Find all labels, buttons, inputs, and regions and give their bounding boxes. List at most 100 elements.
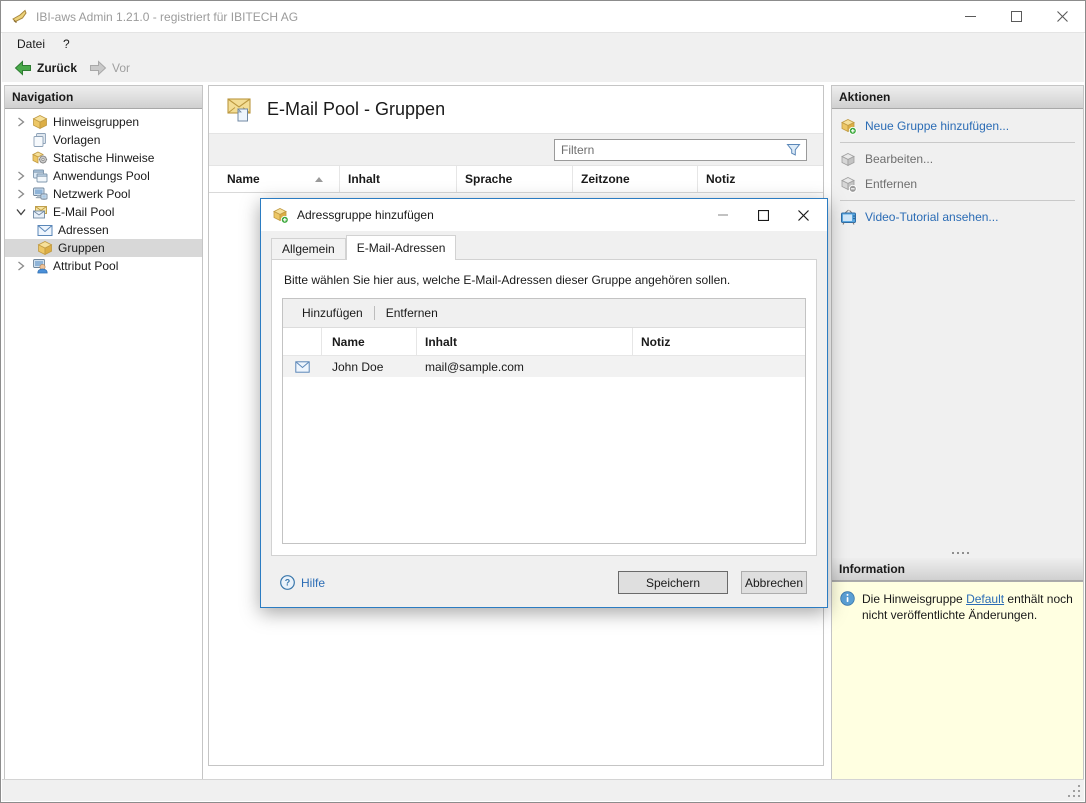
sidebar-item-label: Attribut Pool [53, 259, 118, 273]
chevron-right-icon[interactable] [13, 189, 29, 199]
column-header-notiz[interactable]: Notiz [633, 328, 805, 355]
sort-asc-icon [315, 177, 323, 182]
navigation-panel: Navigation Hinweisgruppen Vorlagen Stati… [4, 85, 203, 780]
save-button[interactable]: Speichern [618, 571, 728, 594]
sidebar-item-label: Netzwerk Pool [53, 187, 130, 201]
tab-email-adressen[interactable]: E-Mail-Adressen [346, 235, 457, 260]
chevron-right-icon[interactable] [13, 261, 29, 271]
status-bar [2, 779, 1084, 801]
sidebar-item-hinweisgruppen[interactable]: Hinweisgruppen [5, 113, 202, 131]
page-title: E-Mail Pool - Gruppen [267, 99, 445, 120]
column-header-inhalt[interactable]: Inhalt [417, 328, 633, 355]
toolbar-separator [374, 306, 375, 320]
chevron-right-icon[interactable] [13, 171, 29, 181]
add-address-button[interactable]: Hinzufügen [294, 306, 371, 320]
sidebar-item-email-pool[interactable]: E-Mail Pool [5, 203, 202, 221]
tab-allgemein[interactable]: Allgemein [271, 238, 346, 259]
attribute-pool-icon [32, 258, 48, 274]
svg-text:?: ? [285, 578, 291, 588]
action-label: Video-Tutorial ansehen... [865, 210, 998, 224]
back-button[interactable]: Zurück [8, 58, 83, 78]
column-header-notiz[interactable]: Notiz [698, 166, 823, 192]
envelope-icon [283, 361, 322, 373]
sidebar-item-label: Gruppen [58, 241, 105, 255]
sidebar-item-netzwerk-pool[interactable]: Netzwerk Pool [5, 185, 202, 203]
dialog-maximize-button[interactable] [747, 199, 779, 231]
package-add-icon [840, 118, 857, 135]
email-addresses-tab-panel: Bitte wählen Sie hier aus, welche E-Mail… [271, 259, 817, 556]
forward-label: Vor [112, 61, 130, 75]
column-header-name[interactable]: Name [322, 328, 417, 355]
tv-icon [840, 209, 857, 226]
application-pool-icon [32, 168, 48, 184]
chevron-down-icon[interactable] [13, 208, 29, 216]
action-remove[interactable]: Entfernen [840, 173, 1083, 195]
column-header-sprache[interactable]: Sprache [457, 166, 573, 192]
filter-box [554, 139, 807, 161]
filter-icon[interactable] [786, 143, 801, 157]
sidebar-item-adressen[interactable]: Adressen [5, 221, 202, 239]
forward-button[interactable]: Vor [83, 58, 136, 78]
action-label: Neue Gruppe hinzufügen... [865, 119, 1009, 133]
address-list-toolbar: Hinzufügen Entfernen [283, 299, 805, 328]
sidebar-item-attribut-pool[interactable]: Attribut Pool [5, 257, 202, 275]
column-header-zeitzone[interactable]: Zeitzone [573, 166, 698, 192]
dialog-buttons: Speichern Abbrechen [618, 571, 807, 594]
address-table-row[interactable]: John Doe mail@sample.com [283, 356, 805, 377]
sidebar-item-label: Vorlagen [53, 133, 100, 147]
action-video-tutorial[interactable]: Video-Tutorial ansehen... [840, 206, 1083, 228]
title-bar: IBI-aws Admin 1.21.0 - registriert für I… [1, 1, 1085, 33]
sidebar-item-label: Hinweisgruppen [53, 115, 139, 129]
right-panel: Aktionen Neue Gruppe hinzufügen... Bearb… [831, 85, 1084, 780]
column-header-name[interactable]: Name [209, 166, 340, 192]
menu-item-datei[interactable]: Datei [8, 33, 54, 54]
dialog-minimize-button[interactable] [707, 199, 739, 231]
sidebar-item-statische-hinweise[interactable]: Statische Hinweise [5, 149, 202, 167]
navigation-tree: Hinweisgruppen Vorlagen Statische Hinwei… [5, 109, 202, 275]
navigation-header: Navigation [5, 86, 202, 109]
sidebar-item-label: Adressen [58, 223, 109, 237]
chevron-right-icon[interactable] [13, 117, 29, 127]
filter-input[interactable] [555, 143, 786, 157]
templates-icon [32, 132, 48, 148]
minimize-button[interactable] [947, 1, 993, 32]
column-header-inhalt[interactable]: Inhalt [340, 166, 457, 192]
remove-address-button[interactable]: Entfernen [378, 306, 446, 320]
menu-item-help[interactable]: ? [54, 33, 79, 54]
address-name: John Doe [322, 360, 417, 374]
dialog-title-bar: Adressgruppe hinzufügen [261, 199, 827, 231]
network-pool-icon [32, 186, 48, 202]
table-header: Name Inhalt Sprache Zeitzone Notiz [209, 166, 823, 193]
action-add-group[interactable]: Neue Gruppe hinzufügen... [840, 115, 1083, 137]
panel-splitter-handle[interactable] [832, 547, 1083, 558]
sidebar-item-vorlagen[interactable]: Vorlagen [5, 131, 202, 149]
sidebar-item-label: Anwendungs Pool [53, 169, 150, 183]
filter-strip [209, 133, 823, 166]
forward-icon [89, 60, 107, 76]
cancel-button[interactable]: Abbrechen [741, 571, 807, 594]
maximize-button[interactable] [993, 1, 1039, 32]
close-button[interactable] [1039, 1, 1085, 32]
help-link[interactable]: ? Hilfe [280, 575, 325, 590]
app-window: IBI-aws Admin 1.21.0 - registriert für I… [0, 0, 1086, 803]
back-label: Zurück [37, 61, 77, 75]
package-gray-icon [840, 151, 857, 168]
information-text: Die Hinweisgruppe Default enthält noch n… [862, 591, 1074, 623]
package-icon [37, 240, 53, 256]
address-content: mail@sample.com [417, 360, 633, 374]
dialog-close-button[interactable] [787, 199, 819, 231]
information-box: Die Hinweisgruppe Default enthält noch n… [832, 581, 1083, 779]
sidebar-item-anwendungs-pool[interactable]: Anwendungs Pool [5, 167, 202, 185]
column-header-icon [283, 328, 322, 355]
divider [840, 142, 1075, 143]
package-remove-icon [840, 176, 857, 193]
add-address-group-dialog: Adressgruppe hinzufügen Allgemein E-Mail… [260, 198, 828, 608]
sidebar-item-gruppen[interactable]: Gruppen [5, 239, 202, 257]
action-edit[interactable]: Bearbeiten... [840, 148, 1083, 170]
default-group-link[interactable]: Default [966, 592, 1004, 606]
dialog-title: Adressgruppe hinzufügen [297, 208, 434, 222]
sidebar-item-label: Statische Hinweise [53, 151, 154, 165]
notice-groups-icon [32, 114, 48, 130]
help-icon: ? [280, 575, 295, 590]
resize-grip[interactable] [1068, 785, 1081, 798]
